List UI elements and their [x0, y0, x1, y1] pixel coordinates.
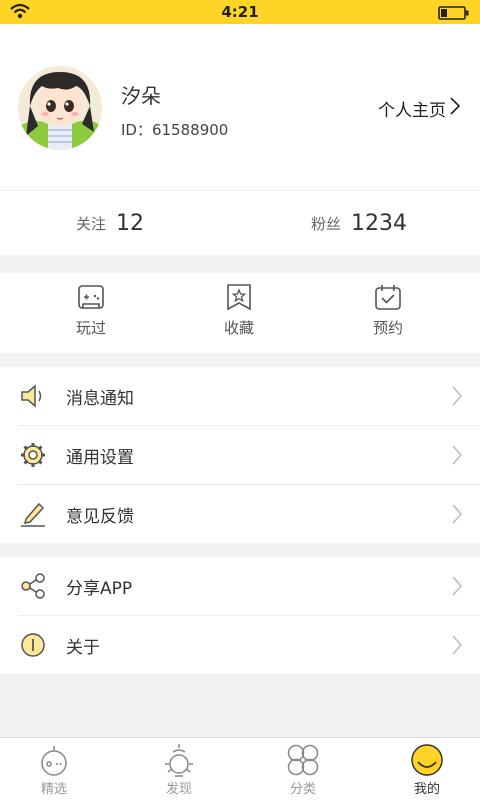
chevron-right-icon [452, 386, 463, 410]
general-settings-row[interactable]: 通用设置 [18, 425, 480, 484]
tab-featured-label: 精选 [40, 782, 67, 797]
chevron-right-icon [452, 504, 463, 528]
share-app-label: 分享APP [66, 578, 133, 599]
calendar-check-icon [375, 285, 401, 310]
avatar[interactable] [18, 66, 102, 150]
general-settings-label: 通用设置 [66, 447, 134, 468]
lightbulb-icon [165, 744, 193, 777]
notifications-label: 消息通知 [66, 388, 134, 409]
pencil-icon [18, 499, 48, 529]
speaker-icon [18, 381, 48, 411]
bookmark-star-icon [227, 284, 251, 311]
personal-homepage-label: 个人主页 [378, 101, 446, 121]
gear-icon [18, 440, 48, 470]
tab-categories[interactable]: 分类 [263, 742, 343, 797]
profile-id: ID：61588900 [121, 121, 229, 139]
profile-header: 汐朵 ID：61588900 个人主页 [0, 24, 480, 191]
smiley-face-icon [411, 744, 443, 776]
reservations-label: 预约 [372, 319, 403, 337]
follow-stats: 关注 12 粉丝 1234 [0, 191, 480, 255]
tab-discover[interactable]: 发现 [139, 742, 219, 797]
chevron-right-icon [452, 635, 463, 659]
personal-homepage-link[interactable]: 个人主页 [378, 96, 461, 121]
battery-icon [438, 5, 470, 24]
fans-label: 粉丝 [311, 214, 342, 233]
following-label: 关注 [76, 214, 107, 233]
fans-stat[interactable]: 粉丝 1234 [311, 191, 407, 255]
tab-mine[interactable]: 我的 [387, 742, 467, 797]
played-label: 玩过 [75, 319, 106, 337]
following-stat[interactable]: 关注 12 [76, 191, 144, 255]
about-group: 分享APP 关于 [0, 557, 480, 674]
chevron-right-icon [452, 576, 463, 600]
status-bar: 4:21 [0, 0, 480, 24]
chevron-right-icon [450, 97, 461, 120]
gamepad-icon [78, 285, 104, 309]
share-icon [18, 571, 48, 601]
played-button[interactable]: 玩过 [51, 283, 131, 338]
info-icon [18, 630, 48, 660]
reservations-button[interactable]: 预约 [348, 283, 428, 338]
about-label: 关于 [66, 637, 100, 658]
profile-nickname: 汐朵 [121, 84, 161, 108]
feedback-row[interactable]: 意见反馈 [18, 484, 480, 543]
share-app-row[interactable]: 分享APP [18, 557, 480, 615]
about-row[interactable]: 关于 [18, 615, 480, 674]
bottom-tab-bar: 精选 发现 分类 我的 [0, 737, 480, 800]
robot-face-icon [41, 746, 67, 776]
quick-actions: 玩过 收藏 预约 [0, 273, 480, 353]
settings-group: 消息通知 通用设置 意见反馈 [0, 367, 480, 543]
chevron-right-icon [452, 445, 463, 469]
following-count: 12 [116, 210, 145, 236]
feedback-label: 意见反馈 [66, 506, 134, 527]
favorites-button[interactable]: 收藏 [199, 283, 279, 338]
favorites-label: 收藏 [223, 319, 254, 337]
clover-icon [287, 744, 319, 776]
tab-featured[interactable]: 精选 [14, 742, 94, 797]
tab-categories-label: 分类 [289, 782, 316, 797]
fans-count: 1234 [351, 210, 408, 236]
tab-mine-label: 我的 [413, 782, 440, 797]
status-time: 4:21 [221, 3, 259, 21]
wifi-icon [10, 3, 30, 23]
tab-discover-label: 发现 [165, 782, 192, 797]
notifications-row[interactable]: 消息通知 [18, 367, 480, 425]
